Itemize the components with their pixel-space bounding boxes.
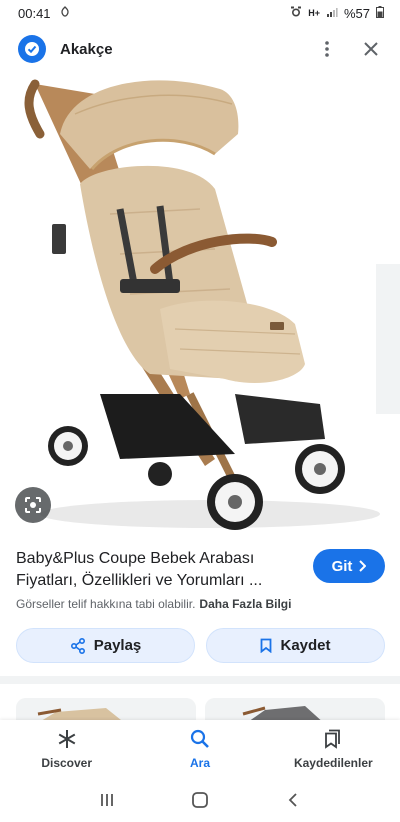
recents-icon	[100, 794, 113, 806]
system-navigation	[0, 778, 400, 822]
signal-icon	[326, 6, 338, 21]
top-bar: Akakçe	[0, 28, 400, 70]
chevron-right-icon	[359, 560, 367, 572]
save-button[interactable]: Kaydet	[206, 628, 385, 663]
back-button[interactable]	[278, 785, 308, 815]
alarm-icon	[290, 6, 302, 21]
more-options-button[interactable]	[312, 34, 342, 64]
nav-saved[interactable]: Kaydedilenler	[267, 720, 400, 778]
close-icon	[364, 42, 378, 56]
asterisk-icon	[56, 728, 78, 750]
nav-saved-label: Kaydedilenler	[293, 756, 373, 770]
back-icon	[289, 793, 297, 807]
result-title-line-1: Baby&Plus Coupe Bebek Arabası	[16, 550, 255, 567]
notification-icon	[59, 5, 71, 21]
battery-icon	[376, 5, 384, 21]
site-name[interactable]: Akakçe	[60, 41, 298, 58]
share-icon	[70, 637, 85, 654]
nav-discover[interactable]: Discover	[0, 720, 133, 778]
search-icon	[189, 728, 211, 750]
network-type: H+	[308, 8, 320, 18]
result-title[interactable]: Baby&Plus Coupe Bebek Arabası Fiyatları,…	[16, 548, 298, 592]
nav-search-label: Ara	[189, 756, 210, 770]
share-button[interactable]: Paylaş	[16, 628, 195, 663]
recents-button[interactable]	[92, 785, 122, 815]
stroller-image	[0, 74, 400, 538]
more-info-link[interactable]: Daha Fazla Bilgi	[199, 597, 291, 611]
copyright-note: Görseller telif hakkına tabi olabilir. Da…	[16, 597, 291, 611]
bookmark-icon	[261, 638, 272, 653]
bottom-navigation: Discover Ara Kaydedilenler	[0, 720, 400, 778]
status-bar: 00:41 H+ %57	[0, 0, 400, 26]
home-icon	[192, 792, 208, 808]
more-vert-icon	[325, 41, 329, 57]
battery-percent: %57	[343, 5, 370, 21]
save-label: Kaydet	[280, 637, 331, 654]
result-title-line-2: Fiyatları, Özellikleri ve Yorumları ...	[16, 572, 263, 589]
visit-label: Git	[331, 557, 353, 575]
lens-icon	[25, 497, 41, 513]
bookmarks-icon	[322, 728, 344, 750]
result-image[interactable]	[0, 74, 400, 538]
visit-button[interactable]: Git	[313, 549, 385, 583]
status-time: 00:41	[18, 5, 51, 21]
nav-search[interactable]: Ara	[133, 720, 266, 778]
share-label: Paylaş	[93, 637, 142, 654]
home-button[interactable]	[185, 785, 215, 815]
nav-discover-label: Discover	[41, 756, 93, 770]
site-logo-icon[interactable]	[18, 35, 46, 63]
section-divider	[0, 676, 400, 684]
close-button[interactable]	[356, 34, 386, 64]
copyright-text: Görseller telif hakkına tabi olabilir.	[16, 597, 196, 611]
lens-button[interactable]	[15, 487, 51, 523]
